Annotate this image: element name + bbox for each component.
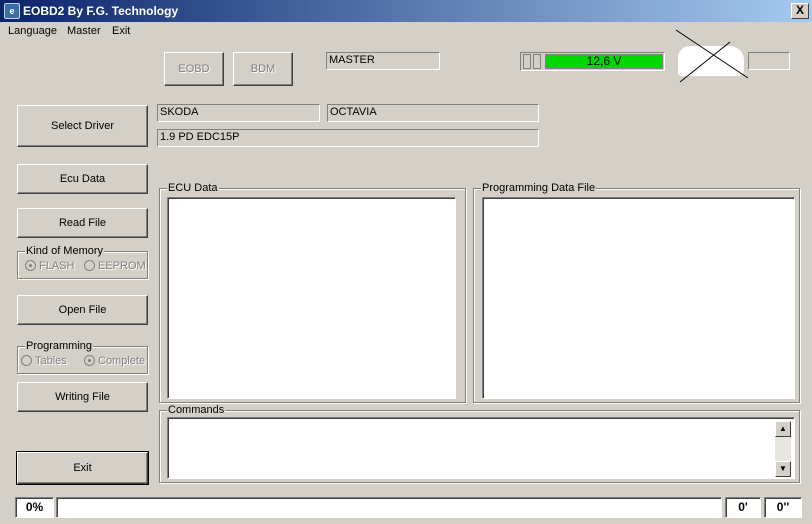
flash-radio[interactable]: FLASH xyxy=(25,260,74,272)
tables-label: Tables xyxy=(35,355,67,367)
elapsed-minutes: 0' xyxy=(725,497,761,518)
commands-panel-label: Commands xyxy=(167,404,226,416)
bdm-button[interactable]: BDM xyxy=(233,52,293,86)
ecu-data-panel: ECU Data xyxy=(159,182,466,403)
programming-data-file-panel: Programming Data File xyxy=(473,182,800,403)
programming-label: Programming xyxy=(25,340,94,352)
complete-radio[interactable]: Complete xyxy=(84,355,145,367)
eeprom-label: EEPROM xyxy=(98,260,146,272)
mode-field: MASTER xyxy=(326,52,440,70)
tables-radio[interactable]: Tables xyxy=(21,355,67,367)
commands-panel: Commands ▲ ▼ xyxy=(159,404,800,483)
menu-exit[interactable]: Exit xyxy=(112,25,130,37)
vehicle-make-field: SKODA xyxy=(157,104,320,122)
scroll-up-icon[interactable]: ▲ xyxy=(775,421,791,437)
ecu-data-panel-label: ECU Data xyxy=(167,182,219,194)
exit-button[interactable]: Exit xyxy=(16,451,149,485)
window-title: EOBD2 By F.G. Technology xyxy=(23,4,179,18)
open-file-button[interactable]: Open File xyxy=(17,295,148,325)
flash-label: FLASH xyxy=(39,260,75,272)
programming-data-file-label: Programming Data File xyxy=(481,182,597,194)
scroll-down-icon[interactable]: ▼ xyxy=(775,461,791,477)
ecu-data-memo[interactable] xyxy=(167,197,456,399)
commands-memo[interactable]: ▲ ▼ xyxy=(167,417,795,479)
vehicle-model-field: OCTAVIA xyxy=(327,104,539,122)
voltage-slot-b xyxy=(533,54,541,69)
voltage-slot-a xyxy=(523,54,531,69)
programming-group: Programming Tables Complete xyxy=(17,340,148,374)
connection-status-indicator xyxy=(674,28,792,84)
title-bar: e EOBD2 By F.G. Technology X xyxy=(0,0,812,22)
progress-bar xyxy=(56,497,722,518)
close-button[interactable]: X xyxy=(791,3,809,19)
engine-field: 1.9 PD EDC15P xyxy=(157,129,539,147)
app-icon[interactable]: e xyxy=(4,3,20,19)
voltage-meter: 12,6 V xyxy=(520,52,665,71)
menu-master[interactable]: Master xyxy=(67,25,101,37)
eeprom-radio[interactable]: EEPROM xyxy=(84,260,146,272)
memory-kind-group: Kind of Memory FLASH EEPROM xyxy=(17,245,148,279)
programming-data-file-memo[interactable] xyxy=(482,197,795,399)
writing-file-button[interactable]: Writing File xyxy=(17,382,148,412)
radio-icon xyxy=(84,260,95,271)
eobd-button[interactable]: EOBD xyxy=(164,52,224,86)
ecu-data-button[interactable]: Ecu Data xyxy=(17,164,148,194)
elapsed-seconds: 0'' xyxy=(764,497,802,518)
memory-kind-label: Kind of Memory xyxy=(25,245,105,257)
radio-icon xyxy=(21,355,32,366)
progress-percent: 0% xyxy=(15,497,54,518)
cross-icon xyxy=(675,29,749,83)
menu-language[interactable]: Language xyxy=(8,25,57,37)
commands-scrollbar[interactable]: ▲ ▼ xyxy=(775,421,791,477)
voltage-readout: 12,6 V xyxy=(545,54,663,69)
complete-label: Complete xyxy=(98,355,146,367)
select-driver-button[interactable]: Select Driver xyxy=(17,105,148,147)
radio-icon xyxy=(84,355,95,366)
radio-icon xyxy=(25,260,36,271)
read-file-button[interactable]: Read File xyxy=(17,208,148,238)
